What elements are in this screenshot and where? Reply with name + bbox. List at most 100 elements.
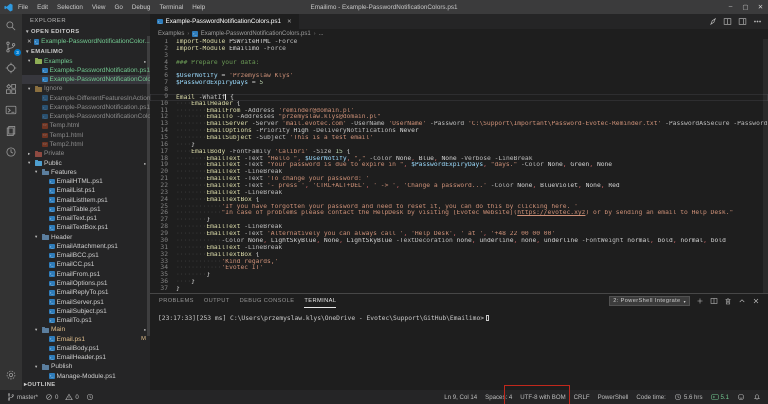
- tree-item[interactable]: EmailReplyTo.ps1 ●: [22, 288, 150, 297]
- tree-item[interactable]: ▾ Features ●: [22, 168, 150, 177]
- tree-item-label: EmailSubject.ps1: [57, 308, 107, 315]
- tree-item[interactable]: EmailTextBox.ps1 ●: [22, 223, 150, 232]
- open-editor-item[interactable]: ✕ Example-PasswordNotificationColor... U: [22, 37, 150, 47]
- search-icon[interactable]: [3, 19, 19, 33]
- maximize-button[interactable]: ▢: [738, 3, 753, 11]
- tree-item[interactable]: EmailBody.ps1 ●: [22, 344, 150, 353]
- clock-icon[interactable]: [3, 145, 19, 159]
- tree-item[interactable]: Email.ps1 ● M: [22, 334, 150, 343]
- debug-icon[interactable]: [3, 61, 19, 75]
- run-icon[interactable]: [708, 17, 717, 26]
- tree-item[interactable]: EmailServer.ps1 ●: [22, 297, 150, 306]
- tree-item[interactable]: Temp2.html ●: [22, 140, 150, 149]
- menu-item[interactable]: Debug: [132, 4, 151, 11]
- breadcrumb-folder[interactable]: Examples: [158, 31, 184, 37]
- breadcrumb-file[interactable]: Example-PasswordNotificationColors.ps1: [201, 31, 311, 37]
- tree-item[interactable]: EmailHeader.ps1 ●: [22, 353, 150, 362]
- status-bar-item[interactable]: [753, 393, 761, 401]
- status-bar-item[interactable]: PowerShell: [598, 394, 629, 401]
- menu-item[interactable]: Terminal: [159, 4, 183, 11]
- tree-item[interactable]: Manage-Module.ps1 ●: [22, 372, 150, 380]
- tree-item[interactable]: EmailSubject.ps1 ●: [22, 307, 150, 316]
- files-icon[interactable]: [3, 124, 19, 138]
- minimize-button[interactable]: –: [723, 3, 738, 11]
- close-panel-icon[interactable]: [752, 297, 760, 305]
- tree-item[interactable]: Example-PasswordNotificationColorful... …: [22, 112, 150, 121]
- open-editor-label: Example-PasswordNotificationColor...: [41, 38, 150, 45]
- editor-scrollbar[interactable]: [763, 39, 768, 293]
- tree-item[interactable]: ▸ Private ●: [22, 149, 150, 158]
- close-button[interactable]: ✕: [753, 3, 768, 11]
- status-bar-item[interactable]: CRLF: [574, 394, 590, 401]
- panel-tab[interactable]: DEBUG CONSOLE: [240, 294, 295, 308]
- split-editor-icon[interactable]: [723, 17, 732, 26]
- tab-close-icon[interactable]: ✕: [287, 19, 292, 25]
- tree-item[interactable]: ▾ Header ●: [22, 233, 150, 242]
- open-editors-header[interactable]: ▾OPEN EDITORS: [22, 27, 150, 37]
- tree-item[interactable]: EmailFrom.ps1 ●: [22, 270, 150, 279]
- status-bar-item[interactable]: [737, 393, 745, 401]
- tree-item[interactable]: ▾ Publish ●: [22, 362, 150, 371]
- more-actions-icon[interactable]: [753, 17, 762, 26]
- tree-item[interactable]: Example-PasswordNotification.ps1 ●: [22, 103, 150, 112]
- terminal-output[interactable]: [23:17:33][253 ms] C:\Users\przemyslaw.k…: [150, 308, 768, 322]
- split-terminal-icon[interactable]: [710, 297, 718, 305]
- menu-item[interactable]: Edit: [37, 4, 48, 11]
- tree-item[interactable]: EmailCC.ps1 ●: [22, 260, 150, 269]
- status-bar-item[interactable]: Code time:: [636, 394, 665, 401]
- terminal-selector[interactable]: 2: PowerShell Integrate▾: [609, 296, 690, 306]
- menu-item[interactable]: View: [92, 4, 106, 11]
- tree-item[interactable]: EmailListItem.ps1 ●: [22, 195, 150, 204]
- breadcrumb-symbol[interactable]: ...: [319, 31, 324, 37]
- new-terminal-icon[interactable]: [696, 297, 704, 305]
- layout-icon[interactable]: [738, 17, 747, 26]
- tree-item[interactable]: Example-PasswordNotification.ps1 ● U: [22, 66, 150, 75]
- kill-terminal-icon[interactable]: [724, 297, 732, 305]
- panel-tab[interactable]: OUTPUT: [204, 294, 230, 308]
- menu-item[interactable]: Go: [114, 4, 122, 11]
- maximize-panel-icon[interactable]: [738, 297, 746, 305]
- close-editor-icon[interactable]: ✕: [27, 39, 32, 45]
- clock-item[interactable]: [86, 393, 94, 401]
- menu-item[interactable]: Help: [192, 4, 205, 11]
- tree-item[interactable]: ▾ Public ●: [22, 158, 150, 167]
- panel-tab[interactable]: TERMINAL: [304, 294, 336, 308]
- settings-gear-icon[interactable]: [3, 368, 19, 382]
- powershell-explorer-icon[interactable]: [3, 103, 19, 117]
- status-bar-item[interactable]: 5.1: [711, 393, 729, 401]
- status-bar-item[interactable]: UTF-8 with BOM: [520, 394, 565, 401]
- errors-item[interactable]: 0: [45, 393, 58, 401]
- tree-item[interactable]: EmailAttachment.ps1 ●: [22, 242, 150, 251]
- root-folder-header[interactable]: ▾EMAILIMO: [22, 47, 150, 57]
- tree-item[interactable]: EmailList.ps1 ●: [22, 186, 150, 195]
- tree-item[interactable]: ▾ Main ●: [22, 325, 150, 334]
- file-type-icon: [35, 152, 42, 157]
- status-bar-item[interactable]: Ln 9, Col 14: [444, 394, 477, 401]
- extensions-icon[interactable]: [3, 82, 19, 96]
- tree-item[interactable]: Temp.html ●: [22, 121, 150, 130]
- warnings-item[interactable]: 0: [65, 393, 78, 401]
- tree-item[interactable]: EmailTo.ps1 ●: [22, 316, 150, 325]
- tree-item[interactable]: Example-DifferentFeaturesInAction.ps1 ●: [22, 94, 150, 103]
- code-editor[interactable]: 1 Import-Module PSWriteHTML -Force 2 Imp…: [150, 39, 768, 293]
- outline-header[interactable]: ▸OUTLINE: [22, 380, 150, 390]
- menu-item[interactable]: File: [18, 4, 28, 11]
- source-control-icon[interactable]: 3: [3, 40, 19, 54]
- panel-tab[interactable]: PROBLEMS: [159, 294, 194, 308]
- status-bar-item[interactable]: 5.6 hrs: [674, 393, 703, 401]
- status-bar-item[interactable]: Spaces: 4: [485, 394, 512, 401]
- tree-item[interactable]: EmailText.ps1 ●: [22, 214, 150, 223]
- editor-tab[interactable]: Example-PasswordNotificationColors.ps1 ✕: [150, 14, 299, 29]
- tree-item[interactable]: EmailBCC.ps1 ●: [22, 251, 150, 260]
- file-type-icon: [35, 87, 42, 92]
- tree-item[interactable]: Example-PasswordNotificationColo... ● U: [22, 75, 150, 84]
- breadcrumb[interactable]: Examples › Example-PasswordNotificationC…: [150, 29, 768, 39]
- tree-item[interactable]: EmailHTML.ps1 ●: [22, 177, 150, 186]
- tree-item[interactable]: Temp1.html ●: [22, 131, 150, 140]
- tree-item[interactable]: EmailOptions.ps1 ●: [22, 279, 150, 288]
- menu-item[interactable]: Selection: [57, 4, 83, 11]
- tree-item[interactable]: EmailTable.ps1 ●: [22, 205, 150, 214]
- tree-item[interactable]: ▾ Ignore ●: [22, 84, 150, 93]
- git-branch-item[interactable]: master*: [7, 393, 38, 401]
- tree-item[interactable]: ▾ Examples ●: [22, 57, 150, 66]
